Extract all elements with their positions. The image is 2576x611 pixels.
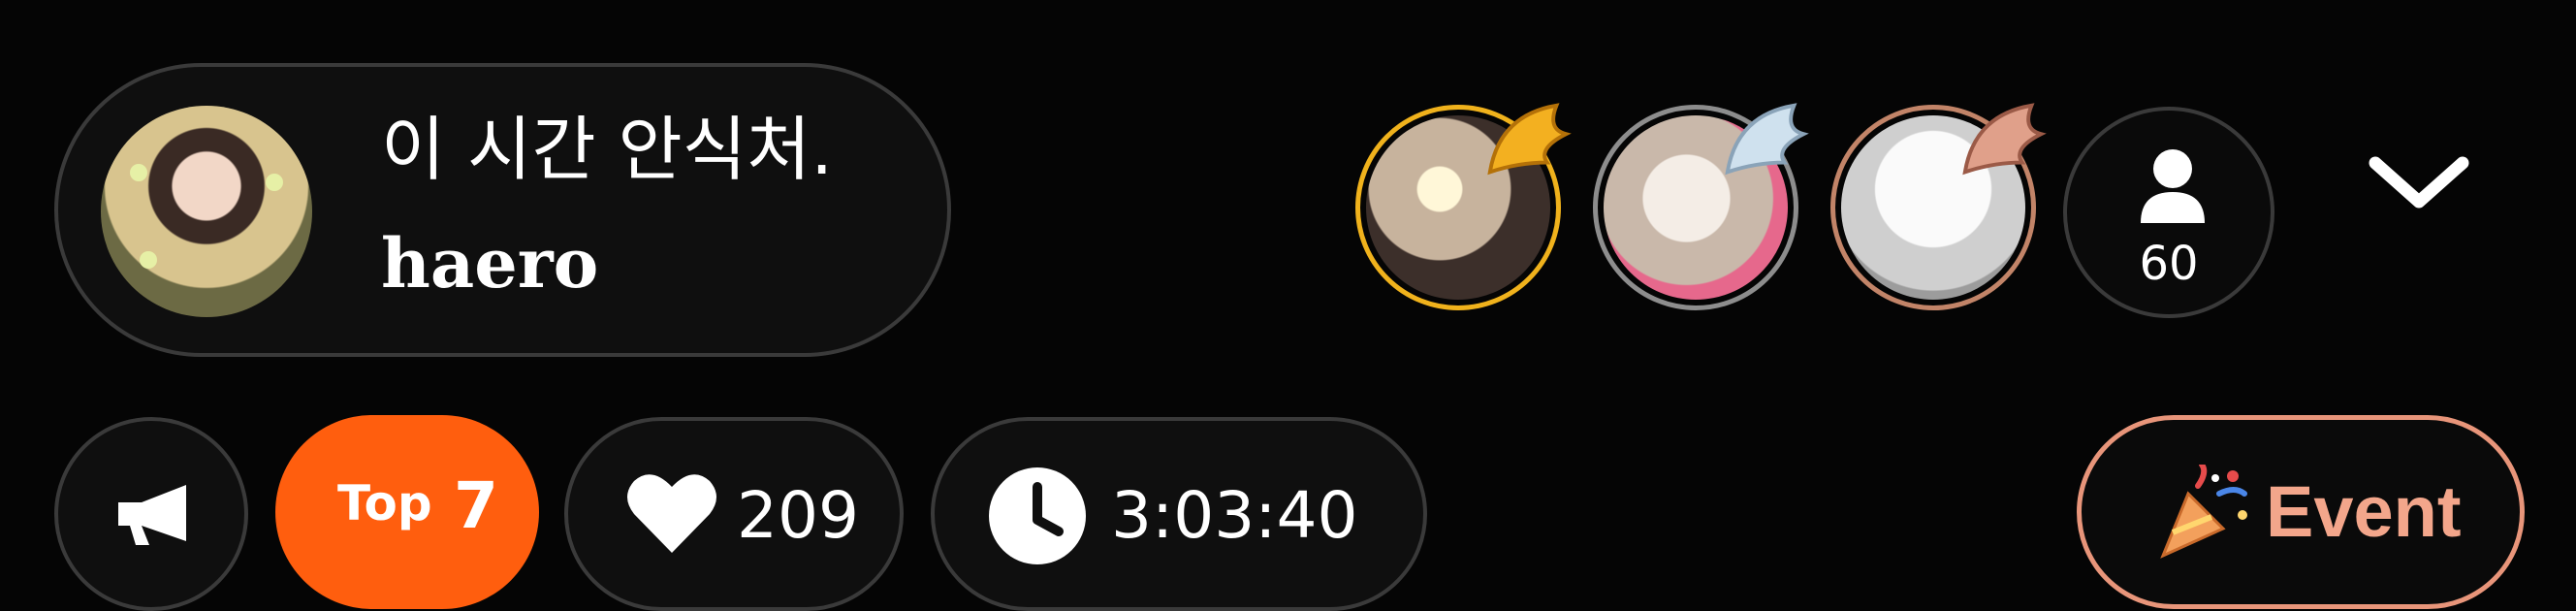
bronze-wing-icon bbox=[1962, 103, 2047, 176]
viewer-avatar-1[interactable] bbox=[1355, 103, 1572, 310]
event-label: Event bbox=[2266, 471, 2462, 552]
viewer-count-button[interactable]: 60 bbox=[2063, 107, 2274, 318]
host-card[interactable]: 이 시간 안식처. haero bbox=[54, 63, 951, 357]
host-avatar[interactable] bbox=[101, 106, 312, 317]
rank-badge[interactable]: Top 7 bbox=[275, 415, 539, 609]
silver-wing-icon bbox=[1725, 103, 1809, 176]
megaphone-icon bbox=[118, 485, 186, 545]
likes-counter[interactable]: 209 bbox=[564, 417, 904, 611]
likes-count: 209 bbox=[737, 478, 859, 553]
viewer-count: 60 bbox=[2139, 237, 2199, 291]
chevron-down-icon[interactable] bbox=[2366, 145, 2472, 223]
rank-value: 7 bbox=[454, 468, 498, 543]
clock-icon bbox=[989, 467, 1086, 564]
gold-wing-icon bbox=[1487, 103, 1572, 176]
host-stream-title: 이 시간 안식처. bbox=[381, 109, 834, 190]
broadcast-timer: 3:03:40 bbox=[931, 417, 1427, 611]
viewer-avatar-3[interactable] bbox=[1830, 103, 2047, 310]
timer-value: 3:03:40 bbox=[1111, 478, 1358, 553]
rank-label: Top bbox=[337, 475, 432, 531]
event-button[interactable]: Event bbox=[2077, 415, 2525, 609]
announcement-button[interactable] bbox=[54, 417, 248, 611]
viewer-avatar-2[interactable] bbox=[1593, 103, 1809, 310]
heart-icon bbox=[627, 474, 716, 553]
party-popper-icon bbox=[2160, 465, 2247, 559]
person-icon bbox=[2141, 149, 2205, 223]
host-name: haero bbox=[381, 223, 599, 304]
